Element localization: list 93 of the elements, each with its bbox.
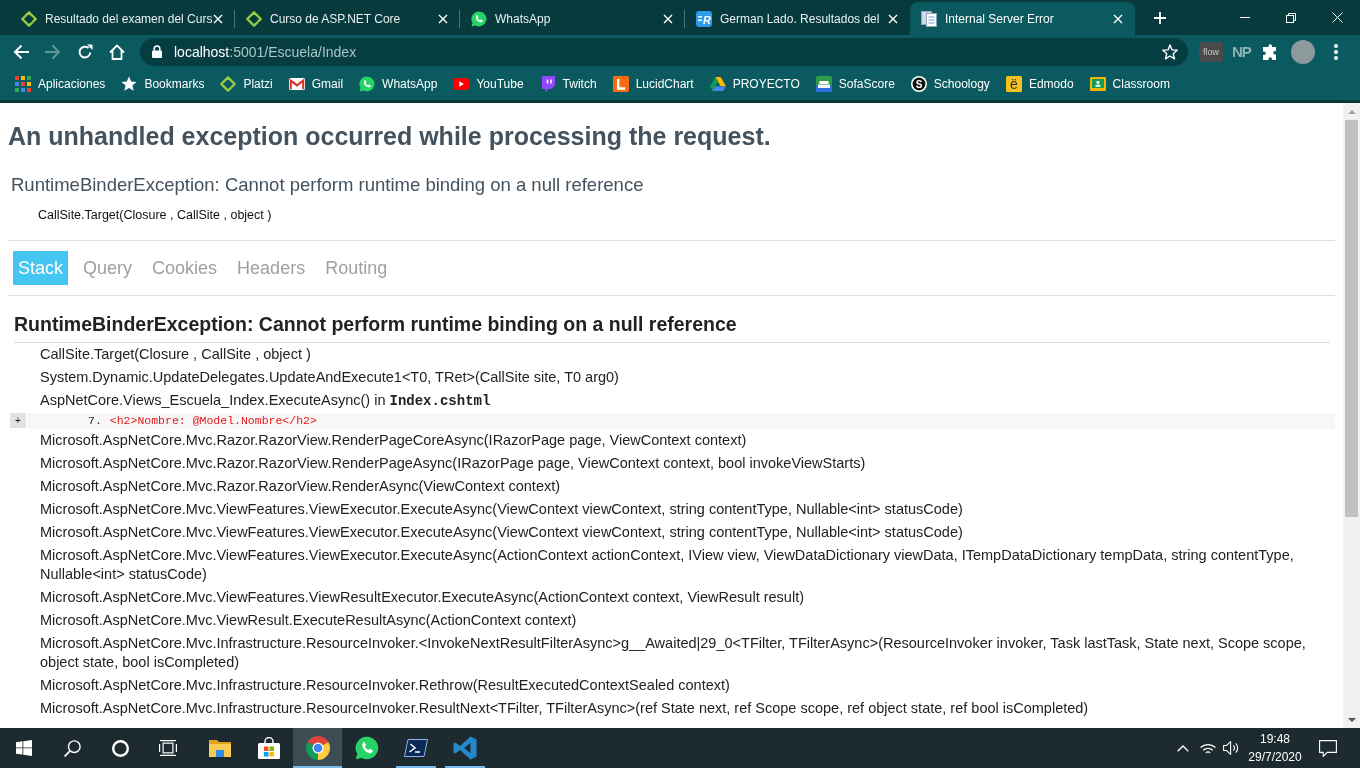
- browser-tab[interactable]: Internal Server Error: [910, 2, 1135, 35]
- close-icon[interactable]: [663, 13, 673, 24]
- board-icon: [1089, 77, 1106, 91]
- bookmark[interactable]: LucidChart: [604, 70, 702, 98]
- error-summary: RuntimeBinderException: Cannot perform runtime binding on a null reference: [10, 173, 645, 197]
- ribbon-icon: [452, 736, 477, 760]
- reload-icon[interactable]: [77, 43, 93, 60]
- bookmark[interactable]: Twitch: [531, 70, 605, 98]
- bookmark[interactable]: Bookmarks: [113, 70, 213, 98]
- clock-date[interactable]: 29/7/2020: [1248, 748, 1302, 766]
- scrollbar-thumb[interactable]: [1345, 120, 1358, 517]
- bookmark[interactable]: Classroom: [1081, 70, 1178, 98]
- close-icon[interactable]: [888, 13, 898, 24]
- extension-button[interactable]: flow: [1199, 41, 1223, 62]
- restore-icon[interactable]: [1286, 12, 1296, 23]
- taskbar-button[interactable]: [293, 728, 342, 768]
- home-icon[interactable]: [109, 43, 125, 60]
- stack-frame: Microsoft.AspNetCore.Mvc.Razor.RazorView.RenderPageAsync(IRazorPage page, ViewContext context, bool invokeViewStarts): [38, 452, 1335, 475]
- letter-tile-icon: ë: [1005, 76, 1022, 92]
- folder-icon: [208, 739, 231, 757]
- lock-icon: [152, 45, 162, 58]
- close-icon[interactable]: [1113, 13, 1123, 24]
- letter-tile-icon: R: [696, 10, 712, 27]
- star-icon: [121, 76, 138, 92]
- stack-frame: Microsoft.AspNetCore.Mvc.Infrastructure.ResourceInvoker.Rethrow(ResultExecutedContextSealed context): [38, 674, 1335, 697]
- phone-bubble-icon: [354, 736, 379, 760]
- letter-circle-icon: S: [910, 76, 927, 92]
- four-panes-icon[interactable]: [16, 740, 32, 756]
- bookmark[interactable]: SofaScore: [807, 70, 903, 98]
- stack-frame: Microsoft.AspNetCore.Mvc.ViewResult.ExecuteResultAsync(ActionContext context): [38, 609, 1335, 632]
- url-text: localhost:5001/Escuela/Index: [174, 43, 358, 60]
- terminal-icon: [403, 739, 428, 757]
- tricolor-wheel-icon: [305, 736, 330, 760]
- expand-button[interactable]: +: [10, 413, 26, 428]
- bookmark[interactable]: ë Edmodo: [997, 70, 1082, 98]
- puzzle-icon[interactable]: [1262, 43, 1279, 60]
- wifi-icon[interactable]: [1200, 741, 1216, 755]
- bookmark[interactable]: Gmail: [280, 70, 352, 98]
- exception-heading: RuntimeBinderException: Cannot perform runtime binding on a null reference: [14, 312, 738, 337]
- sofa-icon: [815, 76, 832, 92]
- corner-tile-icon: [612, 76, 629, 92]
- clock-time[interactable]: 19:48: [1260, 730, 1290, 748]
- plus-icon[interactable]: [1154, 12, 1166, 24]
- document-icon: [921, 10, 937, 27]
- browser-tab[interactable]: R German Lado. Resultados del: [685, 2, 910, 35]
- window-stack-icon[interactable]: [159, 740, 177, 756]
- apps-grid-icon: [15, 76, 31, 92]
- phone-bubble-icon: [471, 10, 487, 27]
- caret-down-icon[interactable]: [1347, 717, 1356, 722]
- close-icon[interactable]: [213, 13, 223, 24]
- bookmark[interactable]: WhatsApp: [351, 70, 446, 98]
- error-title: An unhandled exception occurred while processing the request.: [8, 121, 772, 152]
- back-arrow-icon[interactable]: [13, 43, 29, 60]
- stack-frame: AspNetCore.Views_Escuela_Index.ExecuteAsync() in Index.cshtml: [38, 389, 1335, 413]
- shopping-bag-icon: [257, 737, 280, 759]
- search-icon[interactable]: [63, 739, 81, 757]
- phone-bubble-icon: [359, 76, 376, 92]
- bookmark[interactable]: S Schoology: [902, 70, 998, 98]
- speech-bubble-icon: [540, 76, 555, 92]
- browser-tab[interactable]: Resultado del examen del Curs: [10, 2, 235, 35]
- ring-icon[interactable]: [111, 739, 129, 757]
- star-icon[interactable]: [1162, 43, 1178, 60]
- bookmark[interactable]: PROYECTO: [701, 70, 808, 98]
- bookmark[interactable]: Aplicaciones: [7, 70, 114, 98]
- envelope-icon: [288, 78, 305, 90]
- address-bar[interactable]: localhost:5001/Escuela/Index: [140, 37, 1188, 66]
- stack-frame: Microsoft.AspNetCore.Mvc.Infrastructure.ResourceInvoker.ResultNext<TFilter, TFilterAsync>(ref State next, ref Scope scope, ref object state, ref bool isCompleted): [38, 697, 1335, 720]
- line-number: 7.: [88, 413, 102, 429]
- play-icon: [453, 78, 470, 90]
- code-line: <h2>Nombre: @Model.Nombre</h2>: [109, 413, 317, 429]
- speaker-icon[interactable]: [1223, 741, 1239, 755]
- stack-frame: Microsoft.AspNetCore.Mvc.Infrastructure.ResourceInvoker.<InvokeNextResultFilterAsync>g__Awaited|29_0<TFilter, TFilterAsync>(ResourceInvoker invoker, Task lastTask, State next, Scope scope, object state, bool isCompleted): [38, 632, 1335, 674]
- menu-icon[interactable]: [1333, 43, 1338, 60]
- stack-frame: Microsoft.AspNetCore.Mvc.ViewFeatures.ViewExecutor.ExecuteAsync(ViewContext viewContext, string contentType, Nullable<int> statusCode): [38, 498, 1335, 521]
- scrollbar[interactable]: [1343, 103, 1360, 728]
- error-location: CallSite.Target(Closure , CallSite , object ): [38, 207, 273, 224]
- stack-frame: Microsoft.AspNetCore.Mvc.ViewFeatures.ViewResultExecutor.ExecuteAsync(ActionContext context, ViewResult result): [38, 586, 1335, 609]
- avatar-icon[interactable]: [1290, 39, 1315, 64]
- bookmark[interactable]: YouTube: [445, 70, 532, 98]
- close-icon[interactable]: [1331, 12, 1343, 23]
- browser-tab[interactable]: Curso de ASP.NET Core: [235, 2, 460, 35]
- triangle-icon: [709, 77, 726, 91]
- stack-frame: Microsoft.AspNetCore.Mvc.Razor.RazorView.RenderPageCoreAsync(IRazorPage page, ViewContext context): [38, 429, 1335, 452]
- stack-frame: CallSite.Target(Closure , CallSite , object ): [38, 343, 1335, 366]
- bookmark[interactable]: Platzi: [212, 70, 281, 98]
- message-icon[interactable]: [1318, 739, 1337, 757]
- stack-frame: Microsoft.AspNetCore.Mvc.Razor.RazorView.RenderAsync(ViewContext context): [38, 475, 1335, 498]
- chevron-up-icon[interactable]: [1177, 744, 1189, 752]
- browser-tab[interactable]: WhatsApp: [460, 2, 685, 35]
- stack-frame: Microsoft.AspNetCore.Mvc.ViewFeatures.ViewExecutor.ExecuteAsync(ActionContext actionContext, IView view, ViewDataDictionary viewData, ITempDataDictionary tempData, string contentType, Nullable<int> statusCode): [38, 544, 1335, 586]
- stack-frame: System.Dynamic.UpdateDelegates.UpdateAndExecute1<T0, TRet>(CallSite site, T0 arg0): [38, 366, 1335, 389]
- stack-frame: Microsoft.AspNetCore.Mvc.ViewFeatures.ViewExecutor.ExecuteAsync(ViewContext viewContext, string contentType, Nullable<int> statusCode): [38, 521, 1335, 544]
- close-icon[interactable]: [438, 13, 448, 24]
